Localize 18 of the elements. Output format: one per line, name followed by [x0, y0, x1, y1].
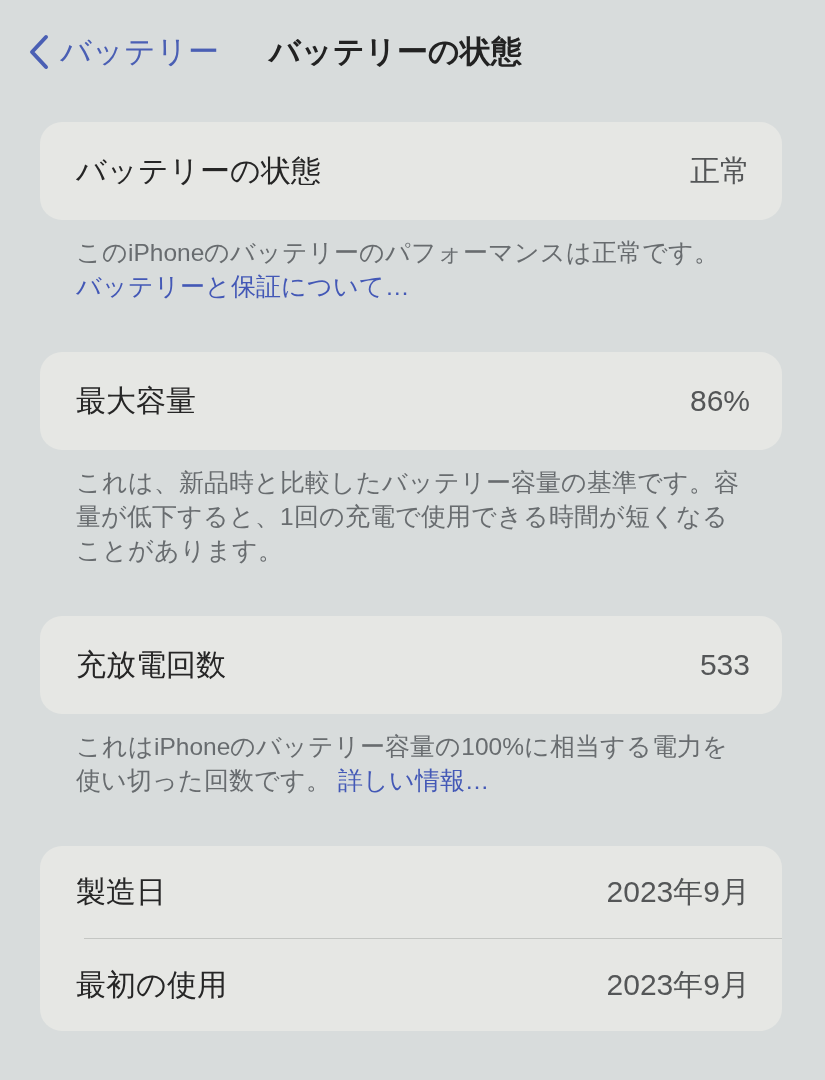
row-label: 最大容量 — [76, 382, 196, 419]
row-label: 充放電回数 — [76, 646, 226, 683]
nav-title: バッテリーの状態 — [269, 33, 522, 71]
footer-text: このiPhoneのバッテリーのパフォーマンスは正常です。 バッテリーと保証について… — [76, 238, 721, 302]
chevron-left-icon — [28, 34, 50, 70]
info-link[interactable]: 詳しい情報… — [337, 767, 490, 794]
row-value: 533 — [699, 648, 750, 682]
back-button[interactable]: バッテリー — [22, 31, 225, 73]
info-link[interactable]: バッテリーと保証について… — [76, 273, 410, 300]
footer-text: これはiPhoneのバッテリー容量の100%に相当する電力を使い切った回数です。 詳しい情報… — [76, 732, 729, 796]
row-value: 2023年9月 — [606, 873, 750, 910]
footer-text: これは、新品時と比較したバッテリー容量の基準です。容量が低下すると、1回の充電で使用できる時間が短くなることがあります。 — [76, 468, 740, 566]
row-label: 最初の使用 — [76, 966, 227, 1003]
row-label: 製造日 — [76, 873, 166, 910]
row-value: 正常 — [690, 152, 750, 189]
row-value: 86% — [689, 384, 750, 418]
row-label: バッテリーの状態 — [76, 152, 321, 189]
row-value: 2023年9月 — [606, 966, 750, 1003]
